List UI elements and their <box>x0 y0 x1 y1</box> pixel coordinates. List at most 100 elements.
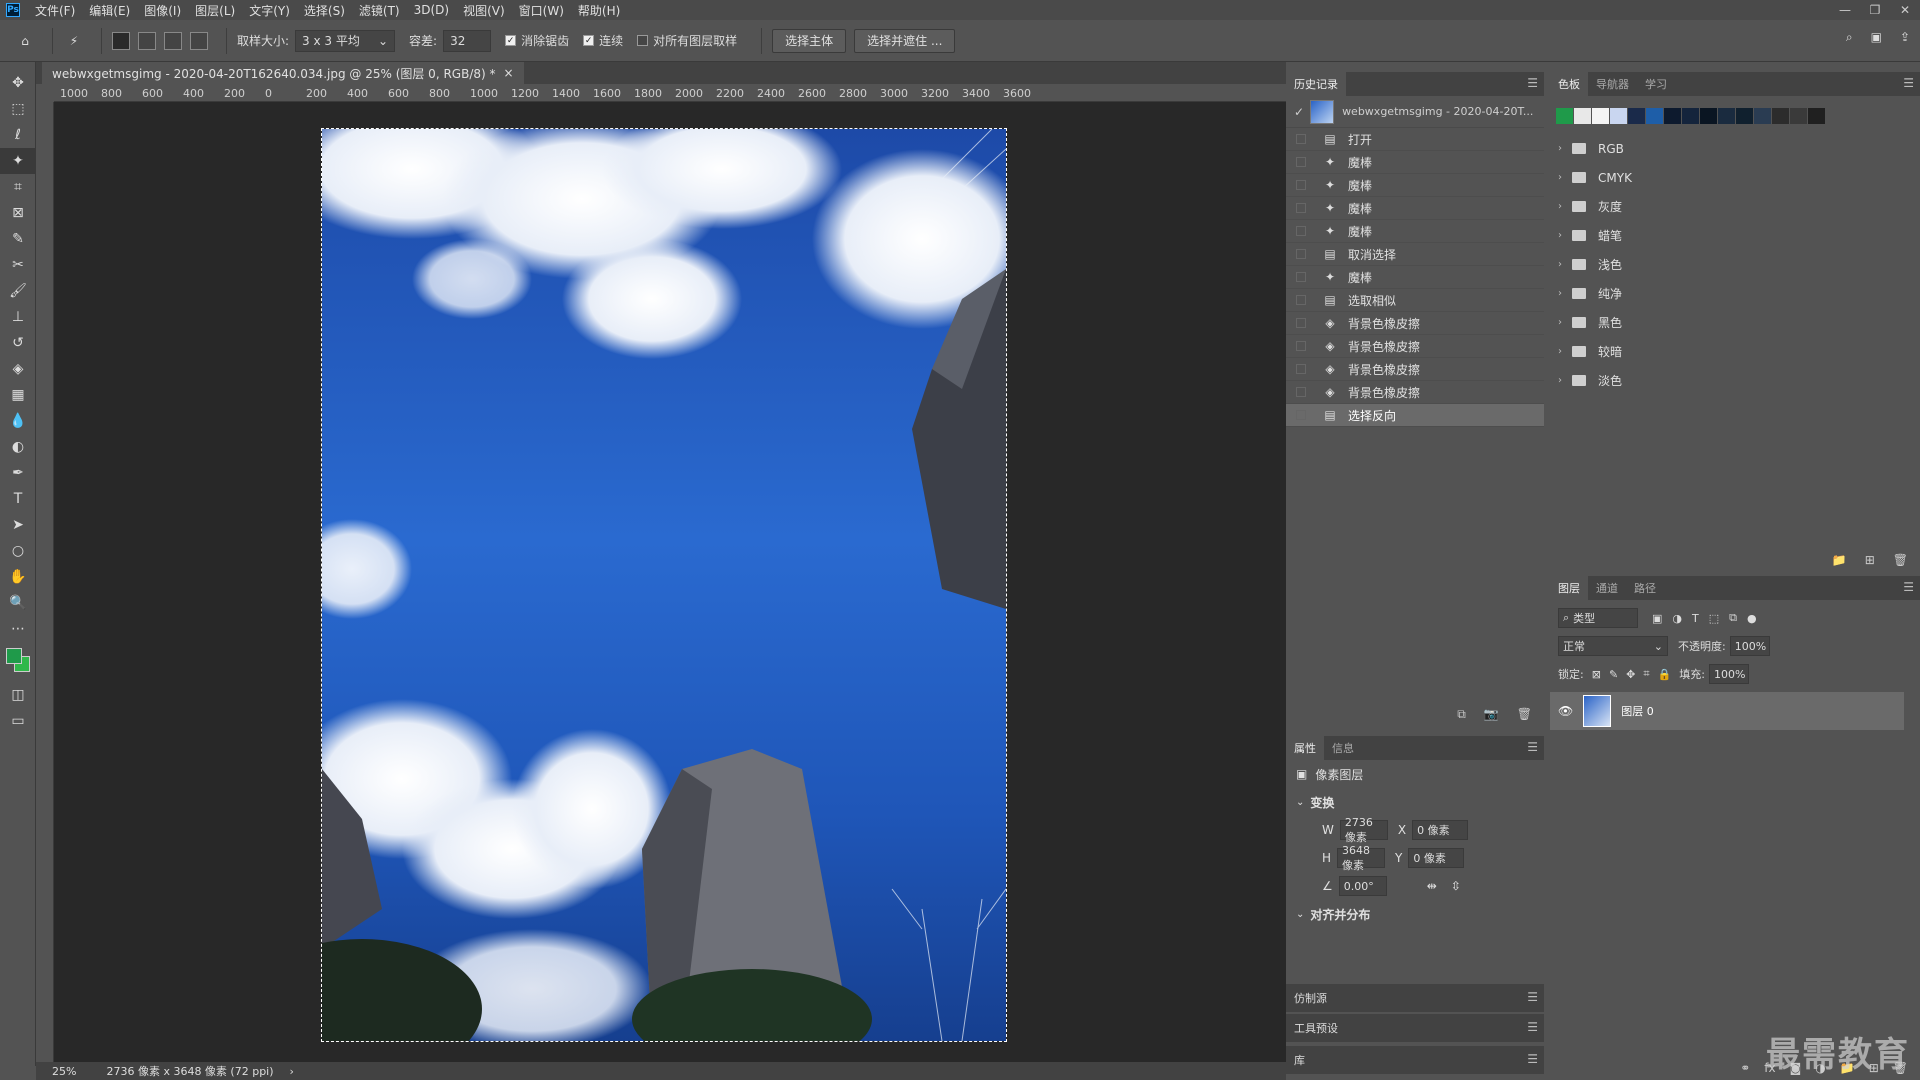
history-brush-source-checkbox[interactable] <box>1296 341 1306 351</box>
new-document-from-state-icon[interactable]: ⧉ <box>1457 707 1466 722</box>
trash-icon[interactable]: 🗑 <box>1517 707 1532 721</box>
history-item[interactable]: ◈ 背景色橡皮擦 <box>1286 381 1544 404</box>
tab-history[interactable]: 历史记录 <box>1286 72 1346 96</box>
swatch-group[interactable]: › 浅色 <box>1550 250 1920 279</box>
canvas-area[interactable] <box>54 102 1286 1062</box>
lock-pixels-icon[interactable]: ✎ <box>1609 668 1618 681</box>
select-subject-button[interactable]: 选择主体 <box>772 28 847 53</box>
color-swatch[interactable] <box>1772 108 1790 124</box>
filter-adjustment-icon[interactable]: ◑ <box>1672 612 1682 625</box>
tab-navigator[interactable]: 导航器 <box>1588 72 1637 96</box>
y-field[interactable]: 0 像素 <box>1408 848 1465 868</box>
history-item[interactable]: ▤ 取消选择 <box>1286 243 1544 266</box>
blur-tool-icon[interactable]: 💧 <box>0 408 36 434</box>
panel-menu-icon[interactable]: ☰ <box>1903 580 1914 594</box>
history-brush-source-checkbox[interactable] <box>1296 387 1306 397</box>
history-brush-source-checkbox[interactable] <box>1296 318 1306 328</box>
history-item[interactable]: ▤ 选择反向 <box>1286 404 1544 427</box>
lock-transparent-icon[interactable]: ⊠ <box>1592 668 1601 681</box>
select-and-mask-button[interactable]: 选择并遮住 ... <box>854 28 956 53</box>
swatch-group[interactable]: › CMYK <box>1550 163 1920 192</box>
tab-layers[interactable]: 图层 <box>1550 576 1588 600</box>
new-selection-button[interactable] <box>112 31 130 50</box>
color-swatch[interactable] <box>1700 108 1718 124</box>
close-window-button[interactable]: ✕ <box>1890 0 1920 20</box>
healing-tool-icon[interactable]: ✂ <box>0 252 36 278</box>
document-tab[interactable]: webwxgetmsgimg - 2020-04-20T162640.034.j… <box>42 62 524 84</box>
fill-field[interactable]: 100% <box>1709 664 1749 684</box>
color-swatch[interactable] <box>1574 108 1592 124</box>
new-swatch-icon[interactable]: ⊞ <box>1865 553 1875 567</box>
color-swatch[interactable] <box>1736 108 1754 124</box>
libraries-panel[interactable]: 库 ☰ <box>1286 1046 1544 1074</box>
swatch-group[interactable]: › 蜡笔 <box>1550 221 1920 250</box>
history-item[interactable]: ▤ 打开 <box>1286 128 1544 151</box>
filter-pixel-icon[interactable]: ▣ <box>1652 612 1662 625</box>
chevron-right-icon[interactable]: › <box>1558 346 1562 357</box>
lock-artboard-icon[interactable]: ⌗ <box>1643 667 1649 681</box>
panel-menu-icon[interactable]: ☰ <box>1527 990 1538 1004</box>
color-swatch[interactable] <box>1610 108 1628 124</box>
new-group-icon[interactable]: 📁 <box>1832 553 1847 567</box>
camera-icon[interactable]: 📷 <box>1484 707 1499 721</box>
menu-image[interactable]: 图像(I) <box>137 2 188 19</box>
restore-button[interactable]: ❐ <box>1860 0 1890 20</box>
magic-wand-preset-icon[interactable]: ⚡ <box>63 30 85 52</box>
magic-wand-tool-icon[interactable]: ✦ <box>0 148 36 174</box>
panel-menu-icon[interactable]: ☰ <box>1527 740 1538 754</box>
eyedropper-tool-icon[interactable]: ✎ <box>0 226 36 252</box>
stamp-tool-icon[interactable]: ⊥ <box>0 304 36 330</box>
color-picker[interactable] <box>0 642 36 682</box>
eraser-tool-icon[interactable]: ◈ <box>0 356 36 382</box>
history-item[interactable]: ✦ 魔棒 <box>1286 197 1544 220</box>
marquee-tool-icon[interactable]: ⬚ <box>0 96 36 122</box>
chevron-right-icon[interactable]: › <box>1558 201 1562 212</box>
panel-menu-icon[interactable]: ☰ <box>1527 76 1538 90</box>
sample-size-select[interactable]: 3 x 3 平均 ⌄ <box>295 29 396 52</box>
color-swatch[interactable] <box>1718 108 1736 124</box>
transform-header[interactable]: ⌄ 变换 <box>1286 788 1544 816</box>
filter-smart-object-icon[interactable]: ⧉ <box>1729 611 1737 625</box>
frame-tool-icon[interactable]: ⊠ <box>0 200 36 226</box>
contiguous-checkbox[interactable]: ✓ 连续 <box>583 32 623 49</box>
crop-tool-icon[interactable]: ⌗ <box>0 174 36 200</box>
layer-row[interactable]: 👁 图层 0 <box>1550 692 1904 730</box>
history-item[interactable]: ◈ 背景色橡皮擦 <box>1286 358 1544 381</box>
chevron-right-icon[interactable]: › <box>1558 172 1562 183</box>
hand-tool-icon[interactable]: ✋ <box>0 564 36 590</box>
color-swatch[interactable] <box>1646 108 1664 124</box>
history-brush-source-checkbox[interactable] <box>1296 410 1306 420</box>
color-swatch[interactable] <box>1556 108 1574 124</box>
color-swatch[interactable] <box>1664 108 1682 124</box>
tab-swatches[interactable]: 色板 <box>1550 72 1588 96</box>
layer-filter-select[interactable]: ⌕ 类型 <box>1558 608 1638 628</box>
color-swatch[interactable] <box>1790 108 1808 124</box>
color-swatch[interactable] <box>1808 108 1826 124</box>
height-field[interactable]: 3648 像素 <box>1337 844 1386 872</box>
dodge-tool-icon[interactable]: ◐ <box>0 434 36 460</box>
swatch-group[interactable]: › 黑色 <box>1550 308 1920 337</box>
history-brush-source-checkbox[interactable] <box>1296 226 1306 236</box>
intersect-selection-button[interactable] <box>190 31 208 50</box>
close-tab-icon[interactable]: × <box>504 66 514 80</box>
zoom-tool-icon[interactable]: 🔍 <box>0 590 36 616</box>
swatch-group[interactable]: › 较暗 <box>1550 337 1920 366</box>
lock-position-icon[interactable]: ✥ <box>1626 668 1635 681</box>
menu-file[interactable]: 文件(F) <box>28 2 82 19</box>
menu-help[interactable]: 帮助(H) <box>571 2 627 19</box>
color-swatch[interactable] <box>1592 108 1610 124</box>
flip-horizontal-icon[interactable]: ⇹ <box>1427 879 1437 893</box>
workspace-icon[interactable]: ▣ <box>1871 30 1882 45</box>
blend-mode-select[interactable]: 正常 ⌄ <box>1558 636 1668 656</box>
chevron-right-icon[interactable]: › <box>1558 375 1562 386</box>
menu-filter[interactable]: 滤镜(T) <box>352 2 407 19</box>
brush-tool-icon[interactable]: 🖌 <box>0 278 36 304</box>
subtract-selection-button[interactable] <box>164 31 182 50</box>
anti-alias-checkbox[interactable]: ✓ 消除锯齿 <box>505 32 569 49</box>
tool-presets-panel[interactable]: 工具预设 ☰ <box>1286 1014 1544 1042</box>
home-icon[interactable]: ⌂ <box>14 30 36 52</box>
more-tools-icon[interactable]: ⋯ <box>0 616 36 642</box>
history-brush-source-checkbox[interactable] <box>1296 272 1306 282</box>
quick-mask-icon[interactable]: ◫ <box>0 682 36 708</box>
menu-view[interactable]: 视图(V) <box>456 2 512 19</box>
